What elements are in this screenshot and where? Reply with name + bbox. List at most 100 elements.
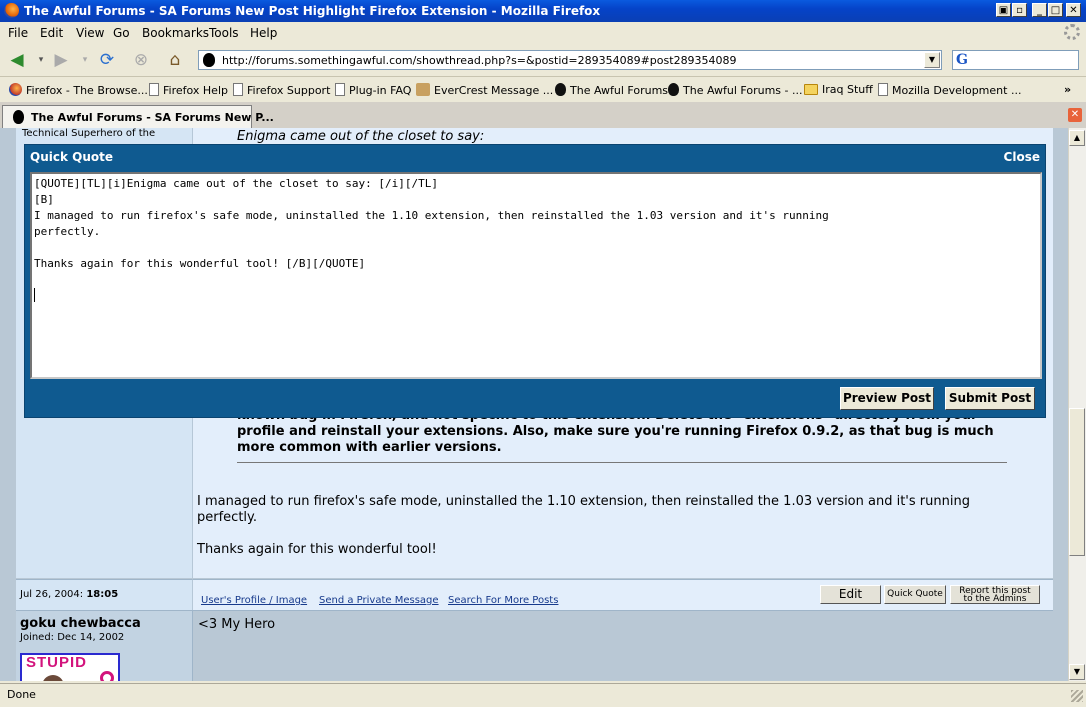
preview-post-button[interactable]: Preview Post — [840, 387, 934, 410]
reply-text: I managed to run firefox's safe mode, un… — [197, 494, 970, 558]
address-dropdown-icon[interactable]: ▼ — [924, 52, 940, 68]
minimize-button[interactable]: _ — [1032, 3, 1047, 17]
grenade-icon — [13, 110, 24, 124]
next-post-text: <3 My Hero — [198, 617, 276, 632]
resize-grip-icon[interactable] — [1071, 690, 1083, 702]
user-title: Technical Superhero of the — [22, 128, 156, 139]
menu-go[interactable]: Go — [113, 26, 130, 40]
avatar: STUPID — [20, 653, 120, 681]
avatar-text: STUPID — [26, 654, 88, 671]
reply-line: Thanks again for this wonderful tool! — [197, 542, 437, 557]
reload-icon[interactable]: ⟳ — [96, 50, 118, 70]
bookmark-item[interactable]: The Awful Forums — [555, 83, 668, 97]
textarea-line: [B] — [34, 193, 54, 206]
profile-link[interactable]: User's Profile / Image — [201, 595, 307, 606]
quick-quote-dialog: Quick Quote Close [QUOTE][TL][i]Enigma c… — [24, 144, 1046, 418]
menu-view[interactable]: View — [76, 26, 104, 40]
search-box[interactable]: G — [952, 50, 1079, 70]
edit-button[interactable]: Edit — [820, 585, 881, 604]
folder-icon — [804, 84, 818, 95]
google-search-icon[interactable]: G — [956, 52, 968, 68]
join-date: Joined: Dec 14, 2002 — [20, 632, 125, 643]
quick-quote-button[interactable]: Quick Quote — [884, 585, 946, 604]
window-title: The Awful Forums - SA Forums New Post Hi… — [24, 4, 601, 18]
close-window-button[interactable]: ✕ — [1066, 3, 1081, 17]
avatar-face-icon — [42, 675, 64, 681]
bookmark-item[interactable]: Firefox Help — [149, 83, 228, 97]
chevron-right-icon[interactable]: » — [1064, 83, 1071, 96]
forward-icon[interactable]: ▶ — [50, 50, 72, 70]
quote-intro: Enigma came out of the closet to say: — [237, 129, 485, 144]
bookmark-item[interactable]: Firefox - The Browse... — [9, 83, 148, 97]
quick-quote-textarea[interactable]: [QUOTE][TL][i]Enigma came out of the clo… — [30, 172, 1042, 379]
search-posts-link[interactable]: Search For More Posts — [448, 595, 558, 606]
bookmark-item[interactable]: EverCrest Message ... — [416, 83, 553, 97]
firefox-icon — [4, 3, 19, 18]
tab-awful-forums[interactable]: The Awful Forums - SA Forums New P... — [2, 105, 274, 128]
tab-bar: The Awful Forums - SA Forums New P... ✕ — [0, 102, 1086, 129]
evercrest-icon — [416, 83, 430, 96]
address-bar[interactable]: http://forums.somethingawful.com/showthr… — [198, 50, 942, 70]
username[interactable]: goku chewbacca — [20, 616, 141, 631]
grenade-icon — [555, 83, 566, 96]
textarea-line: [QUOTE][TL][i]Enigma came out of the clo… — [34, 177, 438, 190]
text-cursor — [34, 288, 1038, 304]
textarea-empty-line — [34, 272, 1038, 288]
firefox-icon — [9, 83, 22, 96]
page-icon — [149, 83, 159, 96]
home-icon[interactable]: ⌂ — [164, 50, 186, 70]
avatar-circle-icon — [100, 671, 114, 681]
tab-label: The Awful Forums - SA Forums New P... — [31, 111, 274, 124]
post-date-cell: Jul 26, 2004: 18:05 — [16, 579, 193, 610]
back-dropdown-icon[interactable]: ▾ — [30, 50, 52, 70]
bookmark-item[interactable]: Plug-in FAQ — [335, 83, 411, 97]
textarea-line — [34, 240, 1038, 256]
site-favicon-icon — [203, 53, 215, 67]
scroll-down-icon[interactable]: ▼ — [1069, 664, 1085, 680]
report-post-button[interactable]: Report this post to the Admins — [950, 585, 1040, 604]
menu-help[interactable]: Help — [250, 26, 277, 40]
status-bar: Done — [0, 683, 1086, 707]
vertical-scrollbar[interactable]: ▲ ▼ — [1068, 128, 1086, 681]
window-title-bar[interactable]: The Awful Forums - SA Forums New Post Hi… — [0, 0, 1086, 22]
minimize-small-icon[interactable]: ▫ — [1012, 3, 1027, 17]
throbber-icon — [1064, 24, 1080, 40]
page-icon — [335, 83, 345, 96]
quick-quote-close[interactable]: Close — [1004, 150, 1040, 164]
quote-line: more common with earlier versions. — [237, 440, 502, 455]
post-time: 18:05 — [86, 589, 119, 600]
bookmark-item[interactable]: Mozilla Development ... — [878, 83, 1021, 97]
scroll-up-icon[interactable]: ▲ — [1069, 130, 1085, 146]
quote-divider — [237, 462, 1007, 463]
textarea-line: perfectly. — [34, 225, 101, 238]
menu-bookmarks[interactable]: Bookmarks — [142, 26, 209, 40]
address-url[interactable]: http://forums.somethingawful.com/showthr… — [222, 54, 737, 67]
textarea-line: Thanks again for this wonderful tool! [/… — [34, 257, 366, 270]
bookmarks-toolbar: Firefox - The Browse... Firefox Help Fir… — [0, 77, 1086, 103]
navigation-toolbar: ◀ ▾ ▶ ▾ ⟳ ⊗ ⌂ http://forums.somethingawf… — [0, 44, 1086, 77]
submit-post-button[interactable]: Submit Post — [945, 387, 1035, 410]
back-icon[interactable]: ◀ — [6, 50, 28, 70]
reply-line: I managed to run firefox's safe mode, un… — [197, 494, 970, 509]
bookmark-item[interactable]: Iraq Stuff — [804, 83, 873, 96]
menu-bar: File Edit View Go Bookmarks Tools Help — [0, 22, 1086, 44]
stop-icon[interactable]: ⊗ — [130, 50, 152, 70]
private-message-link[interactable]: Send a Private Message — [319, 595, 439, 606]
menu-file[interactable]: File — [8, 26, 28, 40]
quote-line: profile and reinstall your extensions. A… — [237, 424, 994, 439]
bookmark-item[interactable]: Firefox Support — [233, 83, 330, 97]
restore-icon[interactable]: ▣ — [996, 3, 1011, 17]
scroll-thumb[interactable] — [1069, 408, 1085, 556]
next-post-body: <3 My Hero — [193, 610, 1053, 681]
page-icon — [878, 83, 888, 96]
bookmark-item[interactable]: The Awful Forums - ... — [668, 83, 803, 97]
menu-edit[interactable]: Edit — [40, 26, 63, 40]
menu-tools[interactable]: Tools — [209, 26, 239, 40]
textarea-line: I managed to run firefox's safe mode, un… — [34, 209, 829, 222]
page-icon — [233, 83, 243, 96]
close-tab-icon[interactable]: ✕ — [1068, 108, 1082, 122]
maximize-button[interactable]: □ — [1048, 3, 1063, 17]
status-text: Done — [7, 688, 36, 701]
post-action-row: User's Profile / Image Send a Private Me… — [193, 579, 1053, 610]
forward-dropdown-icon[interactable]: ▾ — [74, 50, 96, 70]
